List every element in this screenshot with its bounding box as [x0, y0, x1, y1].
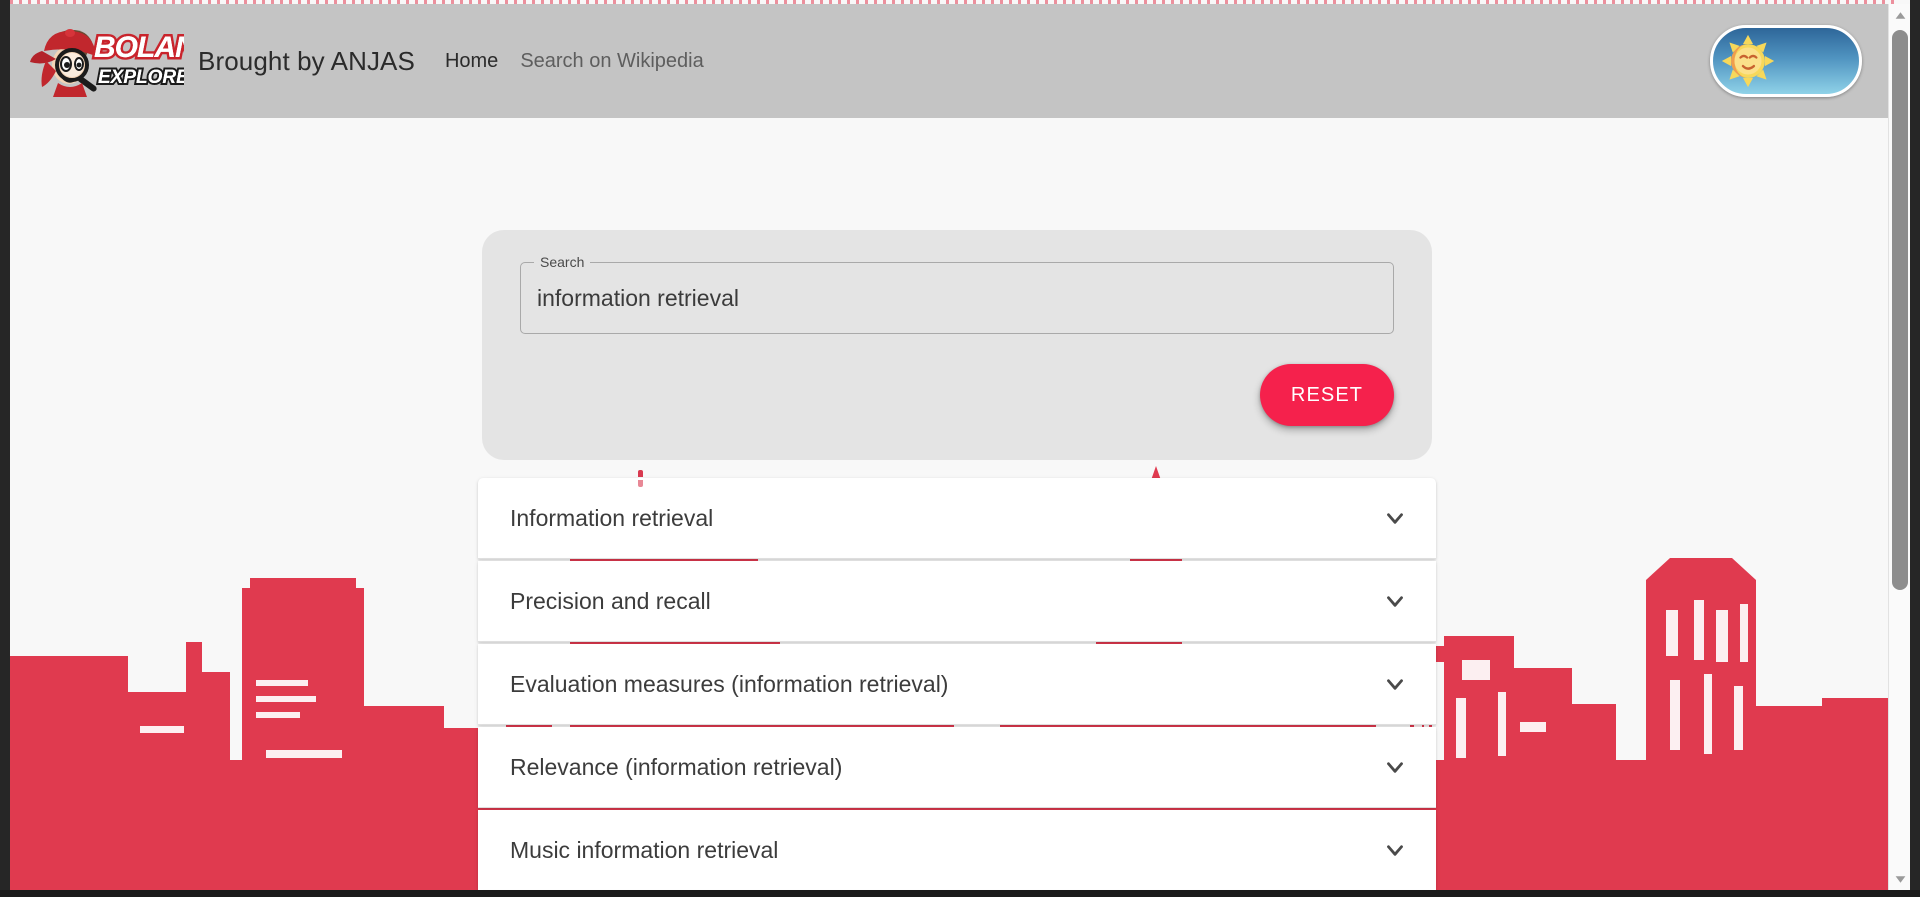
- page-top-bleed: [10, 0, 1900, 4]
- accordion-item[interactable]: Evaluation measures (information retriev…: [478, 644, 1436, 725]
- nav-link-home[interactable]: Home: [445, 50, 498, 73]
- svg-text:BOLANG: BOLANG: [94, 31, 184, 64]
- accordion-title: Information retrieval: [510, 504, 714, 531]
- theme-toggle[interactable]: [1710, 25, 1862, 97]
- scroll-down-arrow-icon[interactable]: [1889, 868, 1911, 890]
- chevron-down-icon[interactable]: [1382, 671, 1408, 697]
- browser-window: BOLANG BOLANG EXPLORER EXPLORER Brought …: [0, 0, 1920, 897]
- scroll-up-arrow-icon[interactable]: [1889, 4, 1911, 26]
- window-left-edge: [0, 0, 10, 897]
- app-header-bar: BOLANG BOLANG EXPLORER EXPLORER Brought …: [10, 4, 1888, 118]
- chevron-down-icon[interactable]: [1382, 505, 1408, 531]
- nav-link-search-wikipedia[interactable]: Search on Wikipedia: [520, 50, 703, 73]
- chevron-down-icon[interactable]: [1382, 754, 1408, 780]
- accordion-item[interactable]: Information retrieval: [478, 478, 1436, 559]
- window-right-edge: [1910, 0, 1920, 897]
- search-input[interactable]: [521, 263, 1393, 333]
- accordion-title: Music information retrieval: [510, 836, 779, 863]
- bolang-explorer-logo[interactable]: BOLANG BOLANG EXPLORER EXPLORER: [24, 17, 184, 105]
- svg-text:EXPLORER: EXPLORER: [98, 67, 184, 88]
- brand-tagline: Brought by ANJAS: [198, 45, 415, 76]
- scrollbar-thumb[interactable]: [1892, 30, 1908, 590]
- search-field-outline: Search: [520, 254, 1394, 334]
- vertical-scrollbar[interactable]: [1888, 4, 1910, 890]
- accordion-title: Evaluation measures (information retriev…: [510, 670, 949, 697]
- reset-button[interactable]: RESET: [1260, 364, 1394, 426]
- page-viewport: BOLANG BOLANG EXPLORER EXPLORER Brought …: [10, 4, 1888, 890]
- accordion-summary[interactable]: Information retrieval: [478, 478, 1436, 558]
- accordion-item[interactable]: Precision and recall: [478, 561, 1436, 642]
- chevron-down-icon[interactable]: [1382, 837, 1408, 863]
- sun-icon: [1721, 34, 1775, 88]
- accordion-item[interactable]: Music information retrieval: [478, 810, 1436, 890]
- accordion-title: Precision and recall: [510, 587, 711, 614]
- accordion-title: Relevance (information retrieval): [510, 753, 843, 780]
- search-results-accordion: Information retrieval Precision and reca…: [478, 478, 1436, 890]
- accordion-summary[interactable]: Relevance (information retrieval): [478, 727, 1436, 807]
- accordion-summary[interactable]: Evaluation measures (information retriev…: [478, 644, 1436, 724]
- search-actions-row: RESET: [520, 364, 1394, 426]
- window-bottom-edge: [0, 890, 1920, 897]
- accordion-summary[interactable]: Precision and recall: [478, 561, 1436, 641]
- accordion-item[interactable]: Relevance (information retrieval): [478, 727, 1436, 808]
- accordion-summary[interactable]: Music information retrieval: [478, 810, 1436, 890]
- search-panel: Search RESET: [482, 230, 1432, 460]
- chevron-down-icon[interactable]: [1382, 588, 1408, 614]
